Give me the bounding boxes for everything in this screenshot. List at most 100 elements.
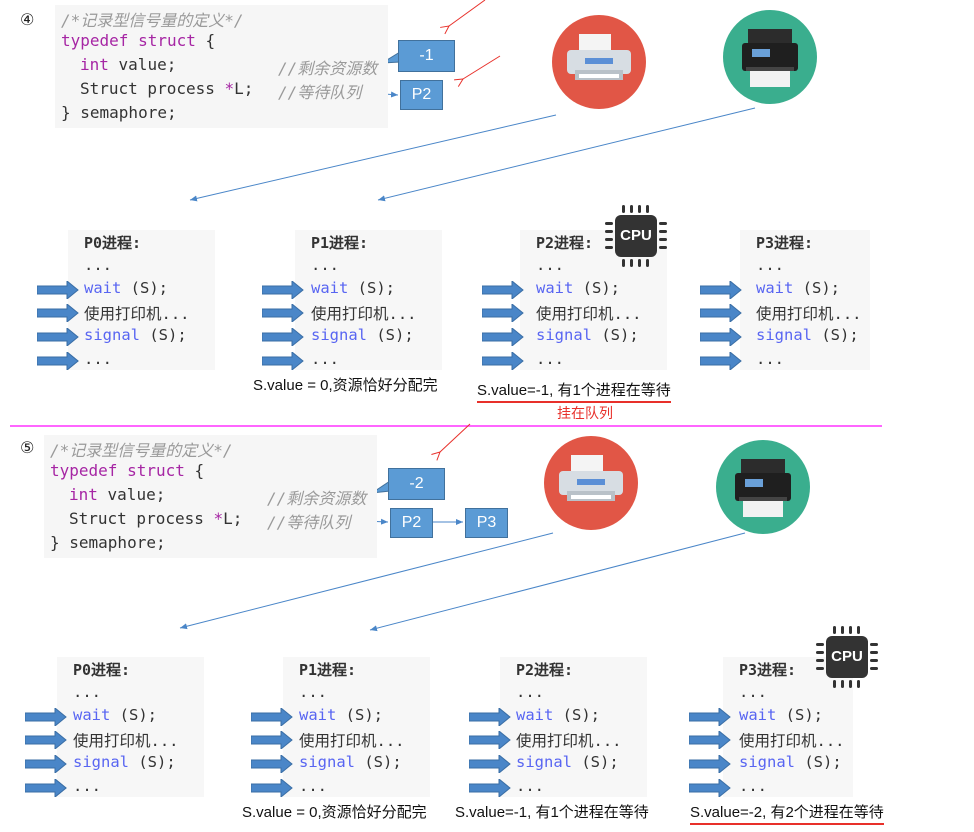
process-code-line: wait (S); (739, 706, 823, 724)
process-title: P2进程: (516, 659, 573, 680)
step-arrow-icon (688, 729, 731, 751)
code-token: P3进程: (756, 234, 814, 252)
step-arrow-icon (250, 777, 293, 799)
code-token: P1进程: (299, 661, 357, 679)
code-token: (S); (553, 706, 600, 724)
step-arrow-icon (699, 326, 742, 348)
code-token: ... (756, 256, 784, 274)
code-token: Struct process (69, 509, 214, 528)
step-arrow-icon (688, 753, 731, 775)
code-token: ... (84, 256, 112, 274)
process-title: P2进程: (536, 232, 593, 253)
code-token: (S); (348, 279, 395, 297)
step-arrow-icon (261, 302, 304, 324)
code-token: wait (73, 706, 111, 724)
code-token: int (80, 55, 109, 74)
code-token: ... (536, 256, 564, 274)
code-line: } semaphore; (61, 103, 177, 122)
process-title: P0进程: (84, 232, 141, 253)
code-token: wait (516, 706, 554, 724)
code-token: signal (516, 753, 572, 771)
process-code-line: signal (S); (311, 326, 414, 344)
queue-process-box: P3 (465, 508, 508, 538)
code-token: P0进程: (73, 661, 131, 679)
process-code-line: ... (536, 256, 564, 274)
step-arrow-icon (250, 706, 293, 728)
code-comment: //剩余资源数 (267, 489, 367, 508)
code-token: (S); (573, 279, 620, 297)
process-title: P1进程: (299, 659, 356, 680)
process-code-line: wait (S); (516, 706, 600, 724)
code-token: (S); (110, 706, 157, 724)
code-token: ... (73, 777, 101, 795)
process-code-line: ... (311, 256, 339, 274)
cpu-label: CPU (620, 227, 652, 244)
code-token: 使用打印机... (84, 305, 190, 323)
semaphore-value-box: -2 (388, 468, 445, 500)
process-code-line: ... (73, 683, 101, 701)
code-token: (S); (121, 279, 168, 297)
process-code-block: P1进程:... wait (S); 使用打印机... signal (S);... (283, 657, 430, 797)
step-arrow-icon (699, 279, 742, 301)
code-token: ... (84, 350, 112, 368)
code-token: ... (516, 777, 544, 795)
code-token: ... (299, 683, 327, 701)
code-token: (S); (812, 326, 859, 344)
code-token: (S); (795, 753, 842, 771)
code-token: (S); (367, 326, 414, 344)
code-token: signal (536, 326, 592, 344)
code-token: ... (73, 683, 101, 701)
code-token: signal (84, 326, 140, 344)
code-line: /*记录型信号量的定义*/ (61, 7, 244, 31)
process-title: P0进程: (73, 659, 130, 680)
code-token: signal (739, 753, 795, 771)
code-token: ... (311, 256, 339, 274)
process-code-line: 使用打印机... (536, 302, 642, 324)
code-token: (S); (336, 706, 383, 724)
step-arrow-icon (699, 350, 742, 372)
code-token: (S); (572, 753, 619, 771)
step-arrow-icon (36, 302, 79, 324)
queue-process-box: P2 (400, 80, 443, 110)
code-token: { (184, 461, 205, 480)
status-note: S.value=-2, 有2个进程在等待 (690, 801, 884, 825)
code-token: signal (73, 753, 129, 771)
process-code-line: signal (S); (299, 753, 402, 771)
process-code-line: ... (73, 777, 101, 795)
code-token: 使用打印机... (311, 305, 417, 323)
step-arrow-icon (481, 279, 524, 301)
code-token: ... (739, 683, 767, 701)
status-note: S.value=-1, 有1个进程在等待 (477, 379, 671, 403)
process-code-line: ... (739, 683, 767, 701)
step-arrow-icon (481, 350, 524, 372)
code-token: /*记录型信号量的定义*/ (61, 11, 244, 30)
process-code-line: signal (S); (73, 753, 176, 771)
code-token: L; (223, 509, 243, 528)
code-token: value; (97, 485, 166, 504)
code-token: wait (311, 279, 349, 297)
red-pointer-arrow (463, 55, 501, 79)
code-token: P3进程: (739, 661, 797, 679)
code-token: typedef struct (61, 31, 196, 50)
code-token: ... (516, 683, 544, 701)
code-comment: //等待队列 (278, 83, 362, 102)
process-code-line: signal (S); (84, 326, 187, 344)
step-arrow-icon (481, 302, 524, 324)
process-code-line: ... (84, 256, 112, 274)
code-token: (S); (355, 753, 402, 771)
code-token: signal (299, 753, 355, 771)
process-code-line: wait (S); (756, 279, 840, 297)
step-arrow-icon (250, 753, 293, 775)
code-token: ... (536, 350, 564, 368)
step-arrow-icon (24, 753, 67, 775)
process-code-block: P0进程:... wait (S); 使用打印机... signal (S);... (68, 230, 215, 370)
status-note: S.value = 0,资源恰好分配完 (242, 804, 427, 821)
code-token: (S); (129, 753, 176, 771)
code-token: (S); (776, 706, 823, 724)
step-arrow-icon (481, 326, 524, 348)
process-code-line: wait (S); (311, 279, 395, 297)
cpu-icon: CPU (814, 624, 880, 690)
queue-note: 挂在队列 (557, 405, 613, 421)
step-arrow-icon (36, 279, 79, 301)
code-token: value; (108, 55, 177, 74)
